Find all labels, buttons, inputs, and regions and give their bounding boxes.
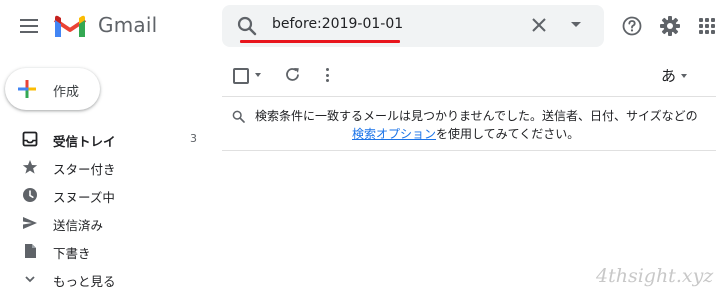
inbox-icon [22,131,38,147]
compose-plus-icon[interactable] [18,80,36,98]
results-divider [222,150,716,151]
sidebar-item-sent[interactable]: 送信済み [0,209,215,237]
star-icon [22,159,38,175]
search-icon [232,108,245,123]
gmail-wordmark: Gmail [98,13,158,37]
chevron-down-icon [22,271,38,287]
no-results-message: 検索条件に一致するメールは見つかりませんでした。送信者、日付、サイズなどの [255,109,698,123]
search-options-dropdown-icon[interactable] [571,22,581,27]
more-options-icon[interactable] [324,67,330,83]
select-all-checkbox[interactable] [233,68,249,84]
settings-gear-icon[interactable] [659,15,681,37]
watermark: 4thsight.xyz [596,265,714,287]
sidebar-item-label: スヌーズ中 [53,190,115,205]
no-results-hint: 検索オプションを使用してみてください。 [352,125,579,142]
input-tools-toggle[interactable]: あ [661,65,676,86]
refresh-icon[interactable] [284,66,301,83]
search-input[interactable]: before:2019-01-01 [272,16,403,32]
sidebar-item-inbox[interactable]: 受信トレイ 3 [0,125,215,153]
search-options-link[interactable]: 検索オプション [352,127,436,141]
sidebar-item-label: 受信トレイ [53,134,116,149]
no-results-hint-text: を使用してみてください。 [436,127,580,141]
search-icon[interactable] [236,15,258,37]
search-query-underline [240,40,400,43]
sidebar-item-more[interactable]: もっと見る [0,265,215,293]
send-icon [22,215,38,231]
help-icon[interactable] [622,16,642,36]
sidebar-item-label: もっと見る [53,274,116,289]
sidebar-item-starred[interactable]: スター付き [0,153,215,181]
main-menu-icon[interactable] [20,19,38,33]
compose-label[interactable]: 作成 [53,81,79,100]
sidebar-item-label: 送信済み [53,218,104,233]
sidebar-item-label: 下書き [53,246,91,261]
sidebar-item-drafts[interactable]: 下書き [0,237,215,265]
clock-icon [22,187,38,203]
sidebar-item-snoozed[interactable]: スヌーズ中 [0,181,215,209]
input-tools-chevron-icon[interactable] [681,74,687,78]
clear-search-icon[interactable] [530,16,548,34]
gmail-logo[interactable] [53,13,87,39]
unread-count: 3 [190,132,197,145]
toolbar-divider [222,96,716,97]
sidebar-item-label: スター付き [53,162,116,177]
select-menu-chevron-icon[interactable] [255,73,261,77]
google-apps-icon[interactable] [699,18,715,34]
draft-icon [22,243,38,259]
